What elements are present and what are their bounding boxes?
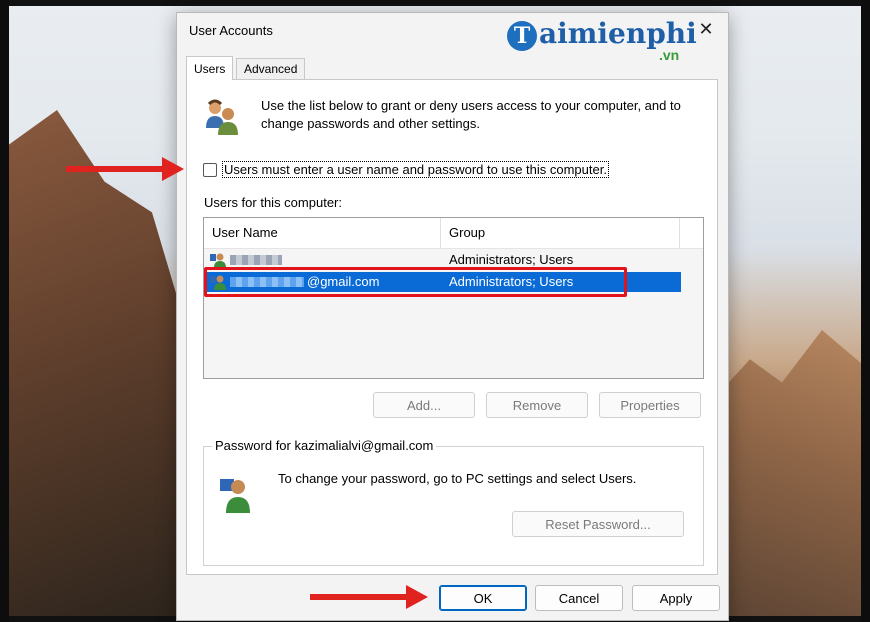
password-group-legend: Password for kazimalialvi@gmail.com: [212, 438, 437, 453]
add-user-button[interactable]: Add...: [373, 392, 475, 418]
cancel-button[interactable]: Cancel: [535, 585, 623, 611]
require-login-checkbox[interactable]: [203, 162, 217, 177]
rock-cliff-left: [0, 110, 190, 622]
frame-right: [861, 0, 870, 622]
intro-text: Use the list below to grant or deny user…: [261, 98, 681, 131]
tab-advanced[interactable]: Advanced: [236, 58, 306, 80]
require-login-option[interactable]: Users must enter a user name and passwor…: [203, 161, 609, 178]
watermark-text: aimienphi: [539, 17, 697, 50]
password-group: Password for kazimalialvi@gmail.com To c…: [203, 438, 704, 566]
pointer-arrow-ok: [310, 585, 428, 609]
column-user-name[interactable]: User Name: [204, 218, 441, 248]
properties-button[interactable]: Properties: [599, 392, 701, 418]
pointer-arrow-checkbox: [66, 157, 184, 181]
watermark-suffix: .vn: [659, 47, 680, 63]
users-listview[interactable]: User Name Group Administrators; Users @g…: [203, 217, 704, 379]
listview-header: User Name Group: [204, 218, 703, 249]
users-tab-panel: Use the list below to grant or deny user…: [186, 79, 718, 575]
tab-users[interactable]: Users: [186, 56, 234, 80]
redacted-username: [230, 255, 282, 265]
column-group[interactable]: Group: [441, 218, 680, 248]
user-password-icon: [220, 479, 250, 513]
reset-password-button[interactable]: Reset Password...: [512, 511, 684, 537]
watermark-letter: T: [507, 21, 537, 51]
remove-user-button[interactable]: Remove: [486, 392, 588, 418]
frame-top: [0, 0, 870, 6]
frame-left: [0, 0, 9, 622]
rock-cliff-right: [710, 330, 870, 622]
window-title: User Accounts: [189, 23, 273, 38]
highlight-box: [204, 267, 627, 297]
ok-button[interactable]: OK: [439, 585, 527, 611]
password-instructions: To change your password, go to PC settin…: [278, 471, 637, 486]
watermark-logo: T aimienphi .vn: [507, 17, 707, 71]
require-login-label[interactable]: Users must enter a user name and passwor…: [222, 161, 609, 178]
user-row-icon: [210, 253, 226, 268]
apply-button[interactable]: Apply: [632, 585, 720, 611]
users-icon: [206, 99, 238, 135]
users-list-label: Users for this computer:: [204, 195, 342, 210]
user-accounts-dialog: User Accounts ✕ T aimienphi .vn Users Ad…: [176, 12, 729, 621]
